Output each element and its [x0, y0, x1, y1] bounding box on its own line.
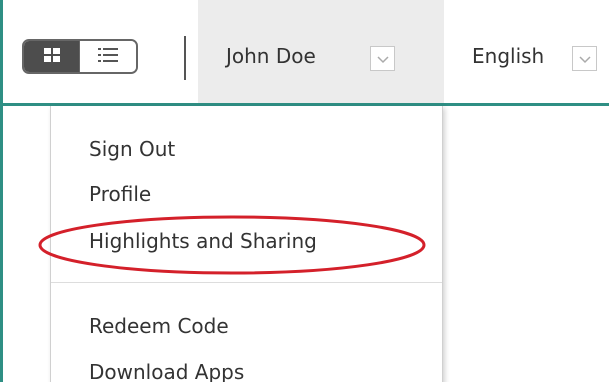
user-dropdown-menu: Sign Out Profile Highlights and Sharing … [50, 106, 443, 382]
menu-item-highlights-and-sharing[interactable]: Highlights and Sharing [89, 231, 317, 251]
menu-item-redeem-code[interactable]: Redeem Code [89, 316, 229, 336]
menu-item-sign-out[interactable]: Sign Out [89, 139, 175, 159]
menu-item-download-apps[interactable]: Download Apps [89, 362, 244, 382]
view-toggle [22, 39, 138, 74]
user-menu-caret[interactable] [370, 46, 395, 71]
menu-separator [51, 282, 442, 283]
list-icon [97, 46, 119, 68]
language-label[interactable]: English [472, 44, 544, 68]
header-divider [184, 36, 186, 80]
app-frame: John Doe English Sign Out Profile Highli… [0, 0, 609, 382]
list-view-button[interactable] [80, 41, 136, 72]
language-caret[interactable] [572, 46, 597, 71]
grid-icon [42, 47, 62, 67]
user-name: John Doe [226, 44, 316, 68]
chevron-down-icon [376, 49, 389, 68]
chevron-down-icon [578, 49, 591, 68]
menu-item-profile[interactable]: Profile [89, 184, 151, 204]
top-header: John Doe English [3, 0, 609, 106]
user-menu-tab[interactable]: John Doe [198, 0, 444, 103]
grid-view-button[interactable] [24, 41, 80, 72]
